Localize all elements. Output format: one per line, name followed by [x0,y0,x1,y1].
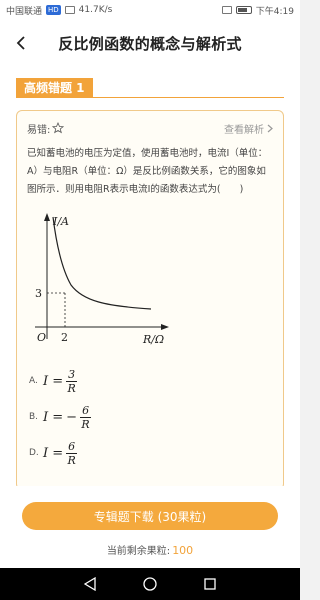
remaining-label: 当前剩余果粒: [106,546,171,557]
network-speed: 41.7K/s [78,5,113,15]
hd-icon: HD [46,5,61,15]
x-tick-label: 2 [61,331,68,344]
download-button[interactable]: 专辑题下载 (30果粒) [22,502,278,530]
card-top-row: 易错: 查看解析 [27,119,273,137]
option-d[interactable]: D. I = 6 R [29,435,229,471]
formula-lhs: I = [43,445,64,461]
denominator: R [81,417,90,431]
alarm-icon [221,6,232,14]
view-analysis-label: 查看解析 [224,124,264,136]
y-tick-label: 3 [35,287,42,300]
clock-time: 下午4:19 [255,6,294,17]
difficulty: 易错: [27,121,65,136]
nav-back-button[interactable] [83,577,97,591]
denominator: R [67,381,76,395]
option-formula: I = − 6 R [43,403,92,431]
battery-icon [235,6,252,14]
status-right: 下午4:19 [221,4,294,17]
nav-recents-button[interactable] [203,577,217,591]
triangle-back-icon [84,577,96,591]
option-letter: B. [29,412,39,422]
section-tag: 高频错题 1 [16,78,93,98]
y-axis-arrow [44,213,50,221]
system-nav-bar [0,568,300,600]
option-b[interactable]: B. I = − 6 R [29,399,229,435]
signal-icon [64,6,75,14]
fraction: 6 R [80,403,92,431]
function-graph: I/A R/Ω O 2 3 [35,213,169,346]
carrier-text: 中国联通 [6,6,43,17]
numerator: 3 [66,367,78,382]
status-bar: 中国联通 HD 41.7K/s 下午4:19 [0,0,300,20]
square-recents-icon [204,578,216,590]
x-axis-label: R/Ω [142,333,164,346]
remaining-points: 当前剩余果粒: 100 [0,542,300,557]
chevron-right-icon [267,124,273,132]
nav-home-button[interactable] [143,577,157,591]
option-formula: I = 6 R [43,439,78,467]
y-axis-label: I/A [52,215,69,228]
bottom-panel: 专辑题下载 (30果粒) 当前剩余果粒: 100 [0,486,300,568]
fraction: 6 R [66,439,78,467]
option-a[interactable]: A. I = 3 R [29,363,229,399]
origin-label: O [37,331,46,344]
formula-sign: − [66,409,78,425]
formula-lhs: I = [43,409,64,425]
circle-home-icon [143,577,157,591]
inverse-curve [52,216,152,310]
back-arrow-icon [16,36,25,50]
section-header: 高频错题 1 [16,78,284,100]
question-card: 易错: 查看解析 已知蓄电池的电压为定值，使用蓄电池时，电流I（单位：A）与电阻… [16,110,284,490]
back-button[interactable] [10,32,32,54]
page-title: 反比例函数的概念与解析式 [58,34,242,53]
option-formula: I = 3 R [43,367,78,395]
app-header: 反比例函数的概念与解析式 [0,20,300,66]
star-icon[interactable] [52,122,65,134]
status-left: 中国联通 HD 41.7K/s [6,4,112,17]
option-letter: A. [29,376,38,386]
difficulty-label: 易错: [27,124,51,136]
x-axis-arrow [161,324,169,330]
option-letter: D. [29,448,39,458]
numerator: 6 [80,403,92,418]
question-text: 已知蓄电池的电压为定值，使用蓄电池时，电流I（单位：A）与电阻R（单位：Ω）是反… [27,148,268,195]
section-divider [88,97,284,98]
fraction: 3 R [66,367,78,395]
main-content: 高频错题 1 易错: 查看解析 已知蓄电池的电压为定值，使用蓄电池时，电流I（单… [0,66,300,490]
numerator: 6 [66,439,78,454]
answer-options: A. I = 3 R B. I = − 6 R D. I = 6 R [29,363,229,471]
formula-lhs: I = [43,373,64,389]
view-analysis-link[interactable]: 查看解析 [224,121,273,136]
remaining-value: 100 [172,544,194,557]
denominator: R [67,453,76,467]
